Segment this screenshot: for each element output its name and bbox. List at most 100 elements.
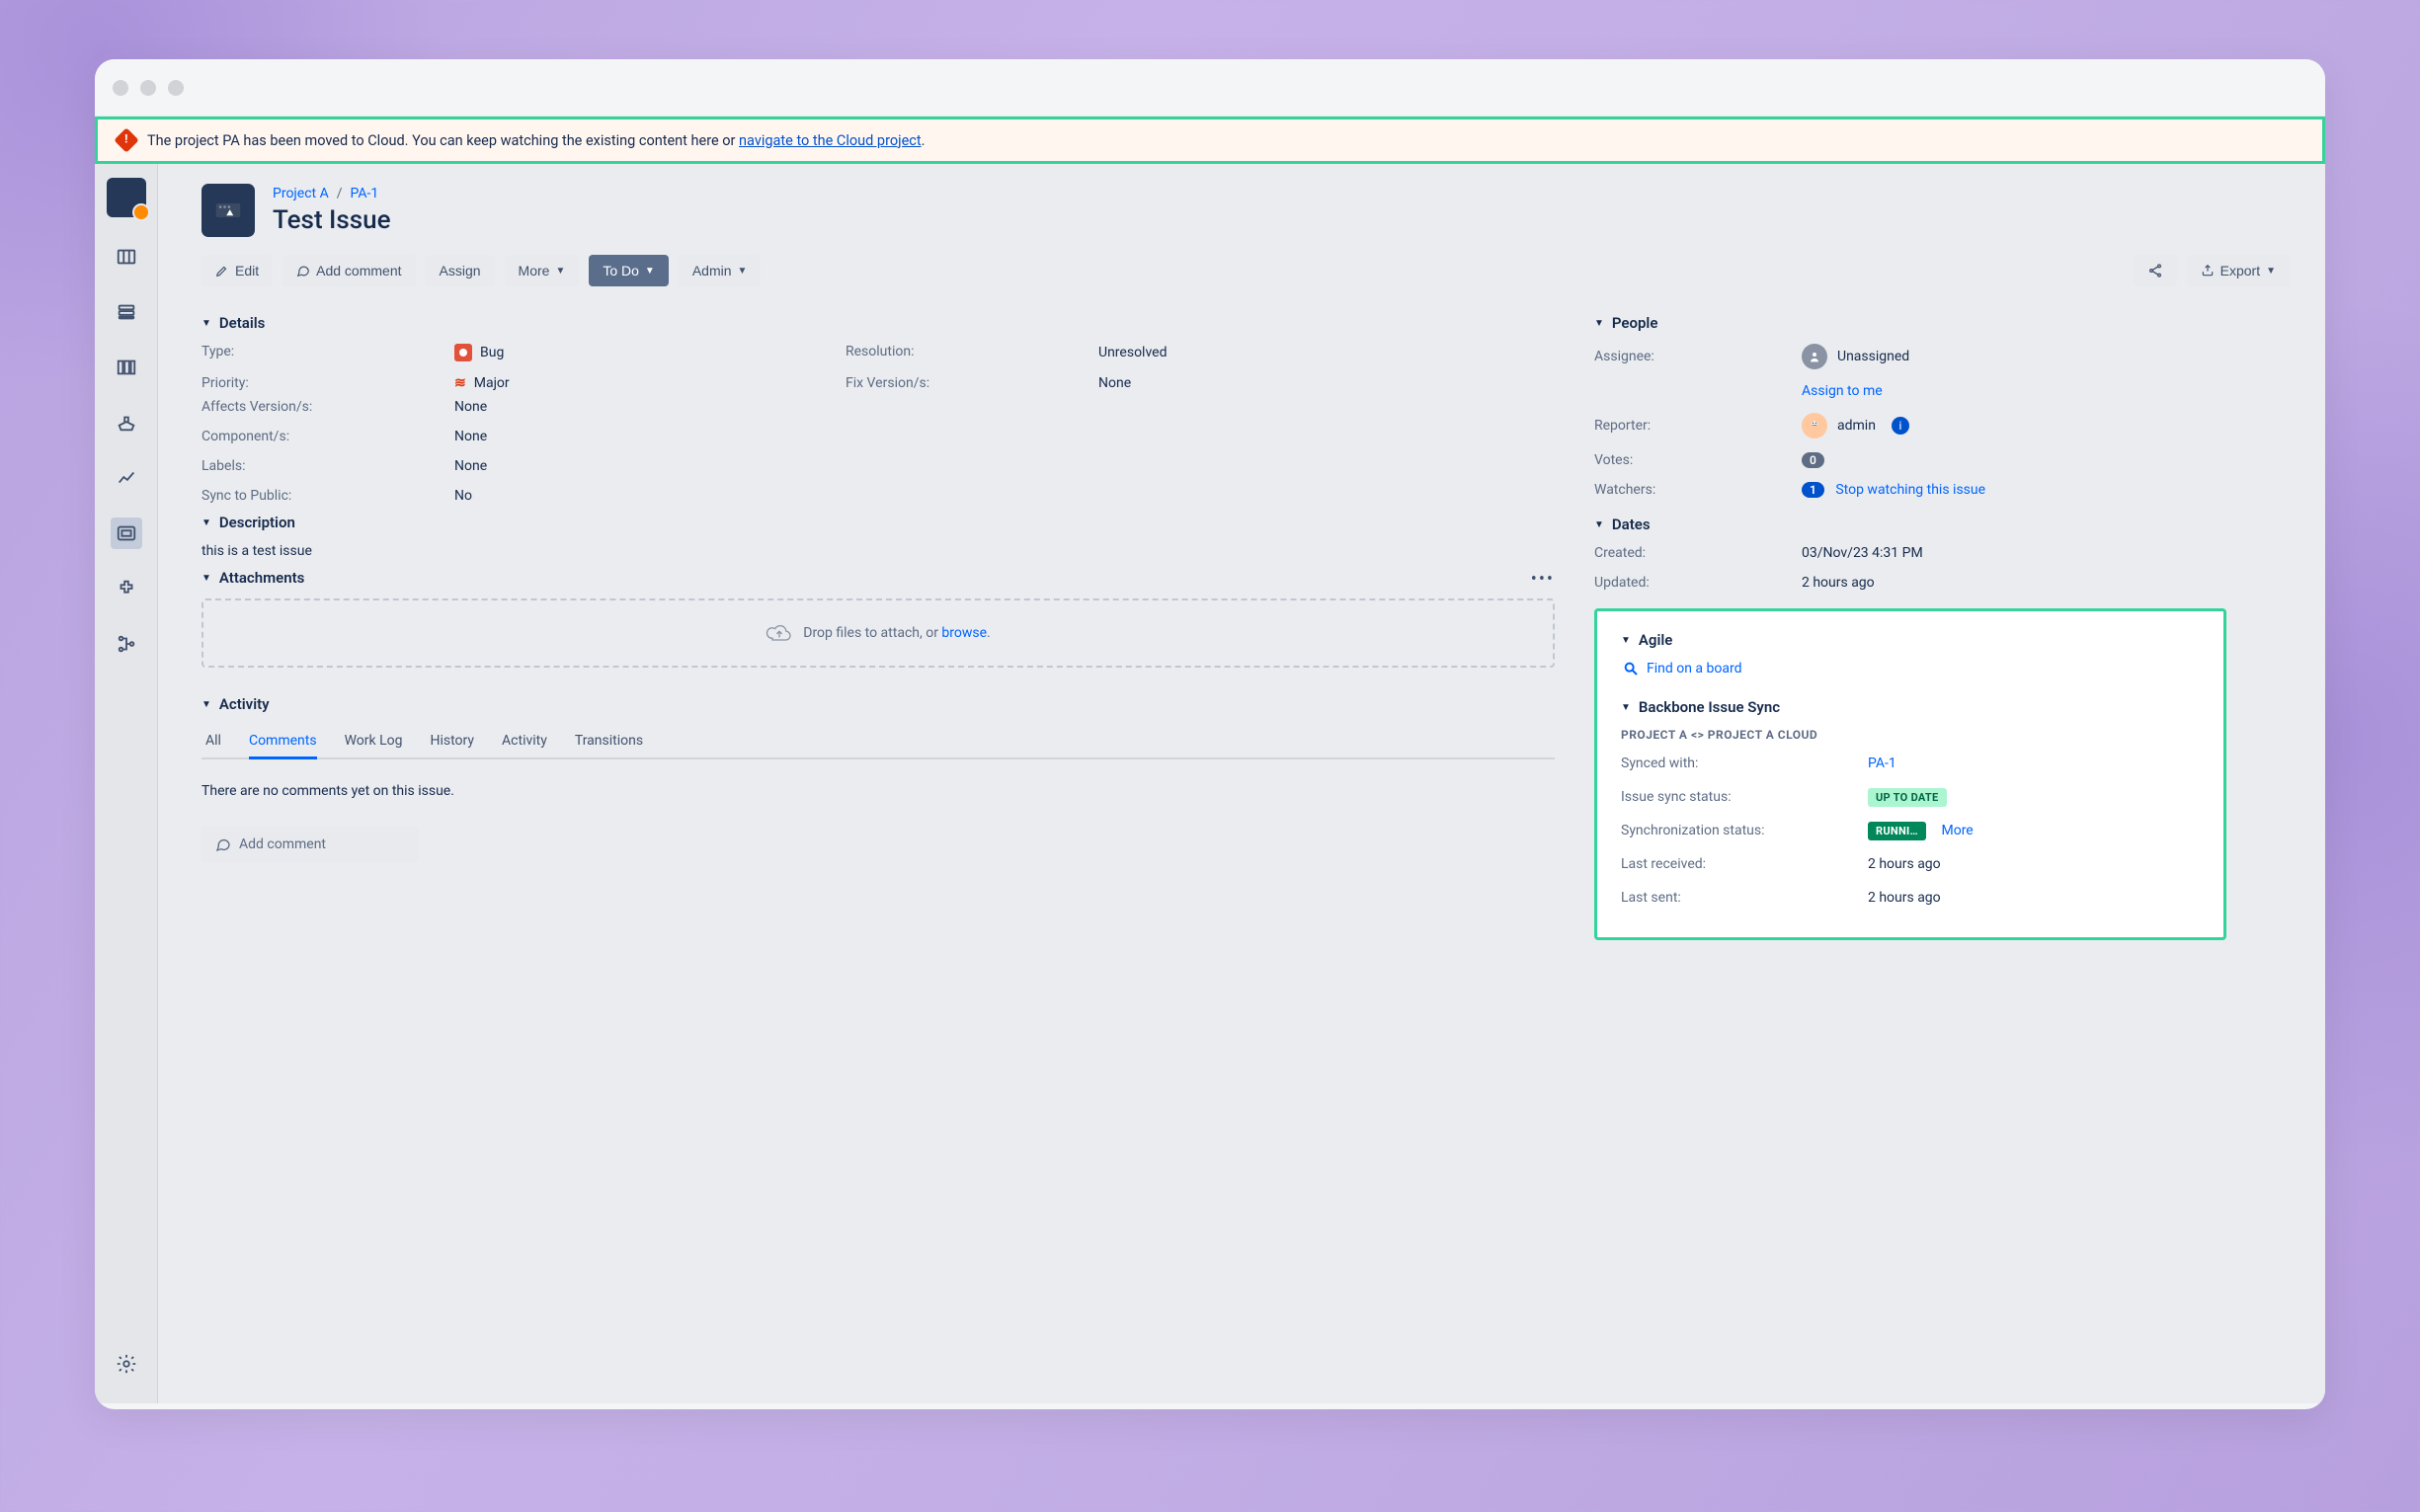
activity-header[interactable]: ▼Activity <box>202 695 1555 713</box>
find-on-board-link[interactable]: Find on a board <box>1623 661 2200 676</box>
tab-transitions[interactable]: Transitions <box>575 725 643 757</box>
labels-value: None <box>454 458 1555 474</box>
chevron-down-icon: ▼ <box>1594 519 1604 530</box>
issue-project-avatar <box>202 184 255 237</box>
description-header[interactable]: ▼Description <box>202 514 1555 531</box>
breadcrumb-project[interactable]: Project A <box>273 186 329 201</box>
components-value: None <box>454 429 1555 444</box>
browse-link[interactable]: browse <box>941 625 987 641</box>
last-sent-label: Last sent: <box>1621 890 1868 906</box>
tab-history[interactable]: History <box>430 725 474 757</box>
sync-status-more-link[interactable]: More <box>1941 823 1973 838</box>
agile-header[interactable]: ▼Agile <box>1621 631 2200 649</box>
assignee-value: Unassigned <box>1802 344 2226 369</box>
affects-label: Affects Version/s: <box>202 399 439 415</box>
share-button[interactable] <box>2134 255 2177 286</box>
browser-frame: The project PA has been moved to Cloud. … <box>95 59 2325 1409</box>
reports-icon[interactable] <box>111 462 142 494</box>
attachment-dropzone[interactable]: Drop files to attach, or browse. <box>202 598 1555 668</box>
created-label: Created: <box>1594 545 1802 561</box>
tab-comments[interactable]: Comments <box>249 725 317 759</box>
dates-header[interactable]: ▼Dates <box>1594 516 2226 533</box>
chevron-down-icon: ▼ <box>202 573 211 584</box>
tab-activity[interactable]: Activity <box>502 725 547 757</box>
add-comment-button[interactable]: Add comment <box>282 255 415 286</box>
chevron-down-icon: ▼ <box>738 266 748 277</box>
attachments-header[interactable]: ▼Attachments <box>202 569 1555 587</box>
priority-major-icon: ≋ <box>454 375 466 391</box>
synced-with-link[interactable]: PA-1 <box>1868 756 1896 771</box>
bug-icon <box>454 344 472 361</box>
chevron-down-icon: ▼ <box>202 318 211 329</box>
details-header[interactable]: ▼Details <box>202 314 1555 332</box>
settings-icon[interactable] <box>111 1348 142 1380</box>
window-controls <box>113 80 184 96</box>
addon-icon[interactable] <box>111 573 142 604</box>
breadcrumb-issue-key[interactable]: PA-1 <box>351 186 379 201</box>
assignee-label: Assignee: <box>1594 349 1802 364</box>
description-text: this is a test issue <box>202 543 1555 559</box>
fixversion-label: Fix Version/s: <box>846 375 1083 391</box>
minimize-dot[interactable] <box>140 80 156 96</box>
updated-value: 2 hours ago <box>1802 575 2226 591</box>
issues-icon[interactable] <box>111 517 142 549</box>
chevron-down-icon: ▼ <box>1621 635 1631 646</box>
updated-label: Updated: <box>1594 575 1802 591</box>
chevron-down-icon: ▼ <box>645 266 655 277</box>
reporter-label: Reporter: <box>1594 418 1802 434</box>
watchers-count: 1 <box>1802 482 1824 498</box>
assign-button[interactable]: Assign <box>426 255 495 286</box>
search-icon <box>1623 661 1639 676</box>
resolution-label: Resolution: <box>846 344 1083 361</box>
board-icon[interactable] <box>111 241 142 273</box>
comment-icon <box>215 836 231 852</box>
project-avatar-icon[interactable] <box>107 178 146 217</box>
priority-label: Priority: <box>202 375 439 391</box>
breadcrumb: Project A / PA-1 Test Issue <box>202 184 2290 237</box>
tab-all[interactable]: All <box>205 725 221 757</box>
synced-with-label: Synced with: <box>1621 756 1868 771</box>
backlog-icon[interactable] <box>111 296 142 328</box>
zoom-dot[interactable] <box>168 80 184 96</box>
activity-tabs: All Comments Work Log History Activity T… <box>202 725 1555 759</box>
people-header[interactable]: ▼People <box>1594 314 2226 332</box>
sidebar <box>95 164 158 1403</box>
more-button[interactable]: More▼ <box>505 255 580 286</box>
dropzone-text: Drop files to attach, or <box>803 625 941 641</box>
chevron-down-icon: ▼ <box>2266 266 2276 277</box>
issue-sync-status-label: Issue sync status: <box>1621 789 1868 805</box>
issue-sync-status-badge: UP TO DATE <box>1868 788 1947 807</box>
admin-button[interactable]: Admin▼ <box>679 255 762 286</box>
status-button[interactable]: To Do▼ <box>589 255 668 286</box>
sync-public-label: Sync to Public: <box>202 488 439 504</box>
chevron-down-icon: ▼ <box>555 266 565 277</box>
navigate-cloud-link[interactable]: navigate to the Cloud project <box>739 132 922 149</box>
columns-icon[interactable] <box>111 352 142 383</box>
admin-avatar-icon <box>1802 413 1827 438</box>
components-label: Component/s: <box>202 429 439 444</box>
stop-watching-link[interactable]: Stop watching this issue <box>1835 482 1985 498</box>
tab-worklog[interactable]: Work Log <box>345 725 403 757</box>
export-button[interactable]: Export▼ <box>2187 255 2290 286</box>
chevron-down-icon: ▼ <box>1621 702 1631 713</box>
resolution-value: Unresolved <box>1098 344 1555 361</box>
sync-projects-heading: PROJECT A <> PROJECT A CLOUD <box>1621 728 2200 742</box>
backbone-header[interactable]: ▼Backbone Issue Sync <box>1621 698 2200 716</box>
add-comment-box[interactable]: Add comment <box>202 827 419 862</box>
banner-text: The project PA has been moved to Cloud. … <box>147 132 925 149</box>
ship-icon[interactable] <box>111 407 142 438</box>
edit-button[interactable]: Edit <box>202 255 273 286</box>
attachments-more-icon[interactable]: ••• <box>1531 569 1555 590</box>
affects-value: None <box>454 399 1555 415</box>
votes-count: 0 <box>1802 452 1824 468</box>
chevron-down-icon: ▼ <box>1594 318 1604 329</box>
fixversion-value: None <box>1098 375 1555 391</box>
close-dot[interactable] <box>113 80 128 96</box>
sync-status-label: Synchronization status: <box>1621 823 1868 838</box>
info-icon[interactable]: i <box>1892 417 1909 435</box>
last-received-label: Last received: <box>1621 856 1868 872</box>
created-value: 03/Nov/23 4:31 PM <box>1802 545 2226 561</box>
assign-to-me-link[interactable]: Assign to me <box>1802 383 1883 399</box>
votes-label: Votes: <box>1594 452 1802 468</box>
tree-icon[interactable] <box>111 628 142 660</box>
